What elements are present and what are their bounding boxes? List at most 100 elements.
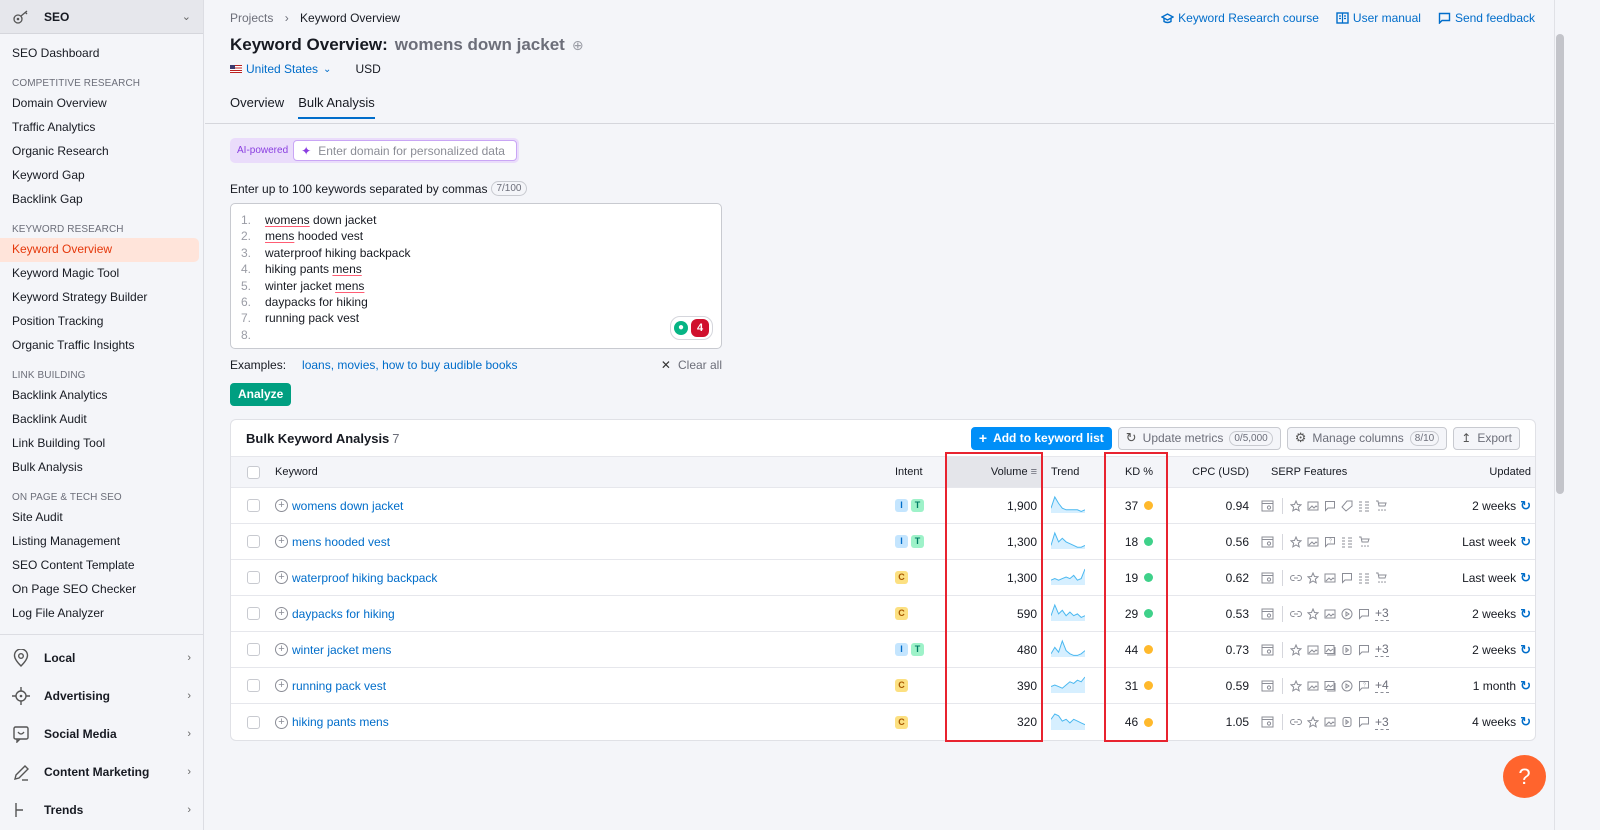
column-header-cpc[interactable]: CPC (USD) — [1171, 466, 1249, 478]
add-to-list-icon[interactable]: + — [275, 679, 288, 692]
sidebar-item-keyword-gap[interactable]: Keyword Gap — [0, 164, 199, 188]
spelling-error-word[interactable]: womens — [265, 213, 310, 227]
keyword-link[interactable]: hiking pants mens — [292, 715, 389, 729]
refresh-icon[interactable]: ↻ — [1520, 606, 1531, 622]
editor-badges[interactable]: ● 4 — [670, 316, 713, 340]
row-checkbox[interactable] — [247, 607, 260, 620]
add-to-list-icon[interactable]: + — [275, 571, 288, 584]
error-count-badge[interactable]: 4 — [691, 319, 709, 337]
sidebar-item-position-tracking[interactable]: Position Tracking — [0, 310, 199, 334]
keyword-link[interactable]: mens hooded vest — [292, 535, 390, 549]
serp-more-link[interactable]: +3 — [1375, 715, 1389, 730]
sidebar-group-advertising[interactable]: Advertising › — [0, 677, 203, 715]
help-button[interactable]: ? — [1503, 755, 1546, 798]
serp-snapshot-icon[interactable] — [1261, 536, 1275, 548]
column-header-updated[interactable]: Updated — [1439, 466, 1531, 478]
serp-more-link[interactable]: +3 — [1375, 606, 1389, 621]
sidebar-item-organic-research[interactable]: Organic Research — [0, 140, 199, 164]
keyword-link[interactable]: daypacks for hiking — [292, 607, 395, 621]
user-manual-link[interactable]: User manual — [1336, 11, 1421, 25]
keyword-link[interactable]: womens down jacket — [292, 499, 403, 513]
keyword-link[interactable]: winter jacket mens — [292, 643, 391, 657]
sidebar-item-keyword-magic-tool[interactable]: Keyword Magic Tool — [0, 262, 199, 286]
column-header-trend[interactable]: Trend — [1043, 466, 1107, 478]
sidebar-item-organic-traffic-insights[interactable]: Organic Traffic Insights — [0, 334, 199, 358]
add-to-list-icon[interactable]: + — [275, 715, 288, 729]
send-feedback-link[interactable]: Send feedback — [1438, 11, 1535, 25]
sidebar-item-backlink-audit[interactable]: Backlink Audit — [0, 408, 199, 432]
sidebar-item-seo-content-template[interactable]: SEO Content Template — [0, 554, 199, 578]
keywords-textarea[interactable]: 1. womens down jacket 2. mens hooded vest 3.… — [230, 203, 722, 349]
add-to-list-icon[interactable]: + — [275, 607, 288, 620]
sidebar-item-listing-management[interactable]: Listing Management — [0, 530, 199, 554]
sidebar-header-seo[interactable]: SEO ⌄ — [0, 0, 203, 34]
sidebar-item-domain-overview[interactable]: Domain Overview — [0, 92, 199, 116]
sidebar-item-traffic-analytics[interactable]: Traffic Analytics — [0, 116, 199, 140]
export-button[interactable]: ↥ Export — [1453, 426, 1520, 450]
sidebar-item-backlink-gap[interactable]: Backlink Gap — [0, 188, 199, 212]
sidebar-group-trends[interactable]: Trends › — [0, 791, 203, 829]
keyword-research-course-link[interactable]: Keyword Research course — [1161, 11, 1319, 25]
row-checkbox[interactable] — [247, 643, 260, 656]
serp-snapshot-icon[interactable] — [1261, 716, 1275, 728]
update-metrics-button[interactable]: ↻ Update metrics 0/5,000 — [1117, 426, 1281, 450]
add-keyword-icon[interactable]: ⊕ — [572, 37, 584, 54]
sidebar-item-on-page-seo-checker[interactable]: On Page SEO Checker — [0, 578, 199, 602]
sidebar-item-seo-dashboard[interactable]: SEO Dashboard — [0, 42, 199, 66]
column-header-keyword[interactable]: Keyword — [275, 466, 895, 478]
row-checkbox[interactable] — [247, 535, 260, 548]
serp-snapshot-icon[interactable] — [1261, 644, 1275, 656]
breadcrumb-projects[interactable]: Projects — [230, 11, 273, 25]
refresh-icon[interactable]: ↻ — [1520, 570, 1531, 586]
refresh-icon[interactable]: ↻ — [1520, 642, 1531, 658]
keyword-link[interactable]: waterproof hiking backpack — [292, 571, 437, 585]
serp-snapshot-icon[interactable] — [1261, 500, 1275, 512]
refresh-icon[interactable]: ↻ — [1520, 714, 1531, 730]
sidebar-item-site-audit[interactable]: Site Audit — [0, 506, 199, 530]
spelling-error-word[interactable]: mens — [332, 262, 361, 276]
spelling-error-word[interactable]: mens — [335, 279, 364, 293]
serp-snapshot-icon[interactable] — [1261, 680, 1275, 692]
row-checkbox[interactable] — [247, 571, 260, 584]
spelling-error-word[interactable]: mens — [265, 229, 294, 243]
sidebar-item-keyword-overview[interactable]: Keyword Overview — [0, 238, 199, 262]
add-to-list-icon[interactable]: + — [275, 499, 288, 512]
add-to-keyword-list-button[interactable]: + Add to keyword list — [970, 426, 1112, 450]
scrollbar-thumb[interactable] — [1556, 34, 1564, 494]
tab-bulk-analysis[interactable]: Bulk Analysis — [298, 95, 375, 119]
select-all-checkbox[interactable] — [247, 465, 260, 479]
column-header-serp[interactable]: SERP Features — [1249, 466, 1439, 478]
column-header-intent[interactable]: Intent — [895, 466, 945, 478]
examples-link[interactable]: loans, movies, how to buy audible books — [302, 358, 517, 372]
sidebar-item-log-file-analyzer[interactable]: Log File Analyzer — [0, 602, 199, 626]
serp-snapshot-icon[interactable] — [1261, 572, 1275, 584]
domain-input[interactable]: ✦ Enter domain for personalized data — [293, 140, 518, 161]
tab-overview[interactable]: Overview — [230, 95, 284, 119]
row-checkbox[interactable] — [247, 499, 260, 512]
sidebar-group-social-media[interactable]: Social Media › — [0, 715, 203, 753]
manage-columns-button[interactable]: ⚙ Manage columns 8/10 — [1286, 426, 1448, 450]
refresh-icon[interactable]: ↻ — [1520, 498, 1531, 514]
sidebar-group-local[interactable]: Local › — [0, 639, 203, 677]
sidebar-item-bulk-analysis[interactable]: Bulk Analysis — [0, 456, 199, 480]
column-header-kd[interactable]: KD % — [1107, 466, 1171, 478]
country-dropdown[interactable]: United States ⌄ — [246, 62, 331, 76]
column-header-volume[interactable]: Volume ≡ — [945, 457, 1043, 487]
analyze-button[interactable]: Analyze — [230, 383, 292, 406]
serp-more-link[interactable]: +4 — [1375, 678, 1389, 693]
serp-snapshot-icon[interactable] — [1261, 608, 1275, 620]
sidebar-item-keyword-strategy-builder[interactable]: Keyword Strategy Builder — [0, 286, 199, 310]
refresh-icon[interactable]: ↻ — [1520, 678, 1531, 694]
lightbulb-icon[interactable]: ● — [674, 321, 688, 335]
sidebar-item-backlink-analytics[interactable]: Backlink Analytics — [0, 384, 199, 408]
add-to-list-icon[interactable]: + — [275, 643, 288, 656]
serp-more-link[interactable]: +3 — [1375, 642, 1389, 657]
refresh-icon[interactable]: ↻ — [1520, 534, 1531, 550]
keyword-link[interactable]: running pack vest — [292, 679, 386, 693]
row-checkbox[interactable] — [247, 715, 260, 729]
sidebar-group-content-marketing[interactable]: Content Marketing › — [0, 753, 203, 791]
add-to-list-icon[interactable]: + — [275, 535, 288, 548]
row-checkbox[interactable] — [247, 679, 260, 692]
sidebar-item-link-building-tool[interactable]: Link Building Tool — [0, 432, 199, 456]
clear-all-button[interactable]: ✕ Clear all — [661, 358, 722, 372]
